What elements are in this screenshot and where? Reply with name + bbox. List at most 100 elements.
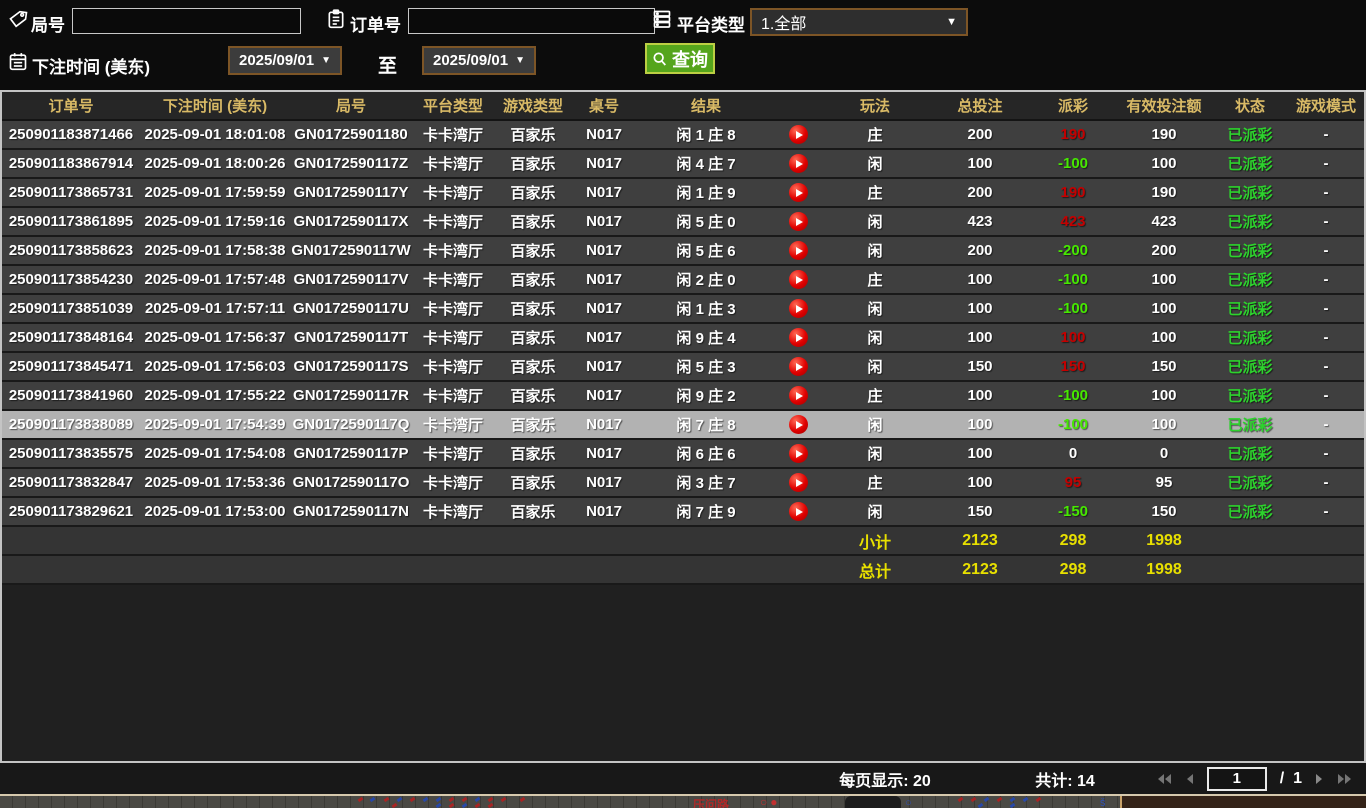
grand_total-payout: 298 — [1059, 560, 1087, 578]
table-row[interactable]: 250901173858623 2025-09-01 17:58:38 GN0172… — [2, 237, 1364, 266]
cell-round: GN0172590117W — [291, 242, 411, 259]
cell-result: 闲 9 庄 4 — [676, 330, 736, 347]
cell-platform: 卡卡湾厅 — [422, 243, 483, 260]
date-from-picker[interactable]: 2025/09/01 ▼ — [228, 46, 342, 75]
pager: 1 / 1 — [1157, 763, 1352, 794]
cell-mode: - — [1323, 213, 1329, 230]
order-input[interactable] — [408, 8, 655, 34]
table-row[interactable]: 250901173861895 2025-09-01 17:59:16 GN0172… — [2, 208, 1364, 237]
cell-total: 150 — [967, 358, 993, 375]
column-header-total: 总投注 — [957, 98, 1003, 115]
play-video-icon[interactable] — [788, 502, 808, 521]
cell-status: 已派彩 — [1227, 388, 1273, 405]
cell-valid: 190 — [1151, 184, 1177, 201]
play-video-icon[interactable] — [788, 328, 808, 347]
cell-table: N017 — [586, 445, 622, 462]
calendar-icon — [9, 53, 27, 71]
round-input[interactable] — [72, 8, 301, 34]
background-brown-block — [1120, 796, 1366, 808]
cell-order: 250901173841960 — [8, 387, 134, 404]
cell-payout: -150 — [1057, 503, 1089, 520]
cell-total: 100 — [967, 445, 993, 462]
prev-page-button[interactable] — [1185, 773, 1194, 785]
play-video-icon[interactable] — [788, 444, 808, 463]
cell-platform: 卡卡湾厅 — [422, 330, 483, 347]
play-video-icon[interactable] — [788, 473, 808, 492]
play-video-icon[interactable] — [788, 386, 808, 405]
table-row[interactable]: 250901173851039 2025-09-01 17:57:11 GN0172… — [2, 295, 1364, 324]
table-row[interactable]: 250901173845471 2025-09-01 17:56:03 GN0172… — [2, 353, 1364, 382]
play-video-icon[interactable] — [788, 415, 808, 434]
subtotal-row: 小计 2123 298 1998 — [2, 527, 1364, 556]
play-video-icon[interactable] — [788, 299, 808, 318]
column-header-result: 结果 — [690, 98, 721, 115]
play-video-icon[interactable] — [788, 357, 808, 376]
cell-payout: 423 — [1060, 213, 1086, 230]
cell-payout: -100 — [1057, 155, 1089, 172]
cell-game: 百家乐 — [510, 127, 556, 144]
table-row[interactable]: 250901183867914 2025-09-01 18:00:26 GN0172… — [2, 150, 1364, 179]
cell-result: 闲 7 庄 8 — [676, 417, 736, 434]
road-symbols: ○● — [760, 795, 781, 808]
platform-type-label: 平台类型 — [677, 16, 745, 35]
search-icon — [653, 51, 666, 66]
cell-valid: 150 — [1151, 503, 1177, 520]
background-roadmap-strip: 压问路 ○● ○ š — [0, 794, 1366, 808]
cell-table: N017 — [586, 213, 622, 230]
cell-valid: 200 — [1151, 242, 1177, 259]
cell-round: GN0172590117V — [293, 271, 409, 288]
table-row[interactable]: 250901173838089 2025-09-01 17:54:39 GN0172… — [2, 411, 1364, 440]
table-row[interactable]: 250901173841960 2025-09-01 17:55:22 GN0172… — [2, 382, 1364, 411]
cell-platform: 卡卡湾厅 — [422, 214, 483, 231]
cell-valid: 0 — [1159, 445, 1169, 462]
cell-order: 250901173838089 — [8, 416, 134, 433]
next-page-button[interactable] — [1315, 773, 1324, 785]
cell-result: 闲 3 庄 7 — [676, 475, 736, 492]
cell-time: 2025-09-01 17:56:37 — [144, 329, 286, 346]
double-right-arrow-icon — [1338, 773, 1351, 784]
table-row[interactable]: 250901173832847 2025-09-01 17:53:36 GN0172… — [2, 469, 1364, 498]
cell-play — [776, 328, 820, 347]
date-to-picker[interactable]: 2025/09/01 ▼ — [422, 46, 536, 75]
cell-table: N017 — [586, 300, 622, 317]
cell-platform: 卡卡湾厅 — [422, 417, 483, 434]
cell-play: 闲 — [867, 301, 883, 318]
first-page-button[interactable] — [1157, 773, 1172, 785]
table-row[interactable]: 250901173829621 2025-09-01 17:53:00 GN0172… — [2, 498, 1364, 527]
cell-round: GN01725901180 — [294, 126, 408, 143]
cell-mode: - — [1323, 126, 1329, 143]
cell-game: 百家乐 — [510, 475, 556, 492]
page-number-input[interactable]: 1 — [1206, 766, 1267, 791]
cell-round: GN0172590117X — [293, 213, 409, 230]
play-video-icon[interactable] — [788, 125, 808, 144]
cell-game: 百家乐 — [510, 504, 556, 521]
table-row[interactable]: 250901173835575 2025-09-01 17:54:08 GN0172… — [2, 440, 1364, 469]
table-row[interactable]: 250901173854230 2025-09-01 17:57:48 GN0172… — [2, 266, 1364, 295]
search-button[interactable]: 查询 — [645, 43, 715, 74]
cell-table: N017 — [586, 503, 622, 520]
cell-total: 423 — [967, 213, 993, 230]
cell-round: GN0172590117P — [293, 445, 409, 462]
play-video-icon[interactable] — [788, 270, 808, 289]
play-video-icon[interactable] — [788, 154, 808, 173]
platform-type-select[interactable]: 1.全部 ▼ — [750, 8, 968, 36]
table-row[interactable]: 250901183871466 2025-09-01 18:01:08 GN0172… — [2, 121, 1364, 150]
cell-valid: 95 — [1155, 474, 1173, 491]
play-video-icon[interactable] — [788, 212, 808, 231]
cell-payout: 190 — [1060, 184, 1086, 201]
clipboard-icon — [328, 9, 344, 29]
last-page-button[interactable] — [1337, 773, 1352, 785]
cell-mode: - — [1323, 474, 1329, 491]
cell-order: 250901173835575 — [8, 445, 134, 462]
cell-play: 闲 — [867, 330, 883, 347]
play-video-icon[interactable] — [788, 241, 808, 260]
date-to-value: 2025/09/01 — [433, 52, 509, 69]
cell-payout: 190 — [1060, 126, 1086, 143]
cell-table: N017 — [586, 358, 622, 375]
cell-play: 庄 — [867, 475, 883, 492]
cell-platform: 卡卡湾厅 — [422, 388, 483, 405]
play-video-icon[interactable] — [788, 183, 808, 202]
table-row[interactable]: 250901173865731 2025-09-01 17:59:59 GN0172… — [2, 179, 1364, 208]
table-row[interactable]: 250901173848164 2025-09-01 17:56:37 GN0172… — [2, 324, 1364, 353]
cell-status: 已派彩 — [1227, 127, 1273, 144]
